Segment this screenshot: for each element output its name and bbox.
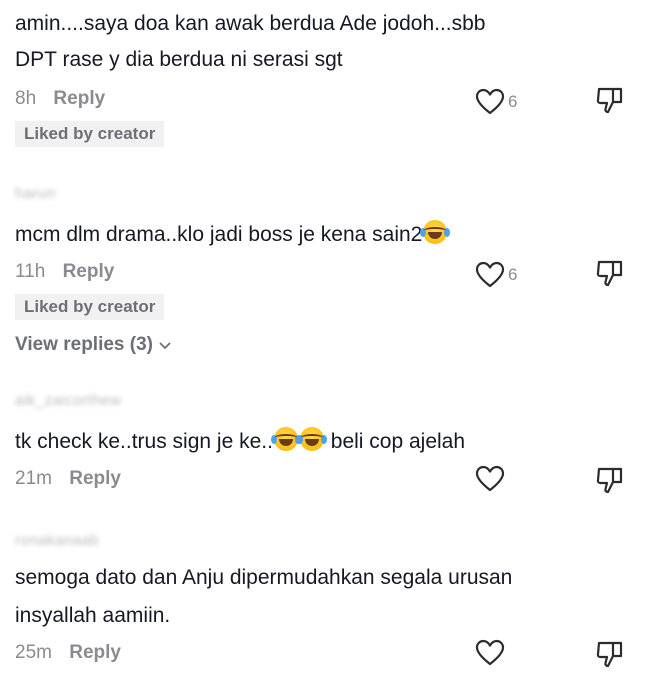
comment-time: 21m — [15, 468, 52, 489]
comment-meta: 8h Reply 6 — [15, 82, 647, 116]
heart-outline-icon — [475, 639, 505, 666]
comment-item: amin....saya doa kan awak berdua Ade jod… — [15, 6, 647, 147]
comment-meta: 25m Reply — [15, 636, 647, 670]
comment-time: 8h — [15, 88, 37, 109]
like-button[interactable] — [475, 465, 508, 493]
reply-button[interactable]: Reply — [69, 462, 121, 496]
view-replies-label: View replies (3) — [15, 334, 153, 355]
like-count: 6 — [508, 265, 518, 284]
thumbs-down-icon[interactable] — [595, 258, 625, 288]
comment-username[interactable]: harun — [15, 185, 647, 203]
heart-outline-icon — [475, 465, 505, 492]
comment-text-line2: insyallah aamiin. — [15, 604, 171, 627]
reply-button[interactable]: Reply — [53, 82, 105, 116]
comment-text-line2: DPT rase y dia berdua ni serasi sgt — [15, 48, 343, 71]
like-button[interactable]: 6 — [475, 85, 517, 119]
face-with-tears-of-joy-emoji — [296, 427, 327, 451]
heart-outline-icon — [475, 88, 505, 115]
heart-outline-icon — [475, 261, 505, 288]
comment-meta: 11h Reply 6 — [15, 255, 647, 289]
thumbs-down-icon[interactable] — [595, 639, 625, 669]
comment-item: ronakanaab semoga dato dan Anju dipermud… — [15, 532, 647, 670]
comment-text-part2: beli cop ajelah — [324, 430, 466, 453]
thumbs-down-icon[interactable] — [595, 85, 625, 115]
reply-button[interactable]: Reply — [69, 636, 121, 670]
like-count: 6 — [508, 92, 518, 111]
comment-meta: 21m Reply — [15, 462, 647, 496]
comment-item: harun mcm dlm drama..klo jadi boss je ke… — [15, 185, 647, 356]
comment-item: aik_zaicorthew tk check ke..trus sign je… — [15, 392, 647, 496]
comment-text: amin....saya doa kan awak berdua Ade jod… — [15, 12, 486, 35]
comment-text-content: mcm dlm drama..klo jadi boss je kena sai… — [15, 223, 423, 246]
face-with-tears-of-joy-emoji — [270, 427, 301, 451]
comment-text: semoga dato dan Anju dipermudahkan segal… — [15, 566, 513, 589]
liked-by-creator-badge: Liked by creator — [15, 294, 165, 320]
comment-text: tk check ke..trus sign je ke.. beli cop … — [15, 424, 647, 460]
like-button[interactable]: 6 — [475, 258, 517, 292]
comment-text: mcm dlm drama..klo jadi boss je kena sai… — [15, 217, 647, 253]
reply-button[interactable]: Reply — [63, 255, 115, 289]
comment-username[interactable]: ronakanaab — [15, 532, 647, 550]
comment-time: 25m — [15, 642, 52, 663]
thumbs-down-icon[interactable] — [595, 465, 625, 495]
comment-time: 11h — [15, 261, 46, 282]
liked-by-creator-badge: Liked by creator — [15, 121, 165, 147]
like-button[interactable] — [475, 639, 508, 667]
comment-text-part1: tk check ke..trus sign je ke.. — [15, 430, 273, 453]
face-with-tears-of-joy-emoji — [420, 220, 451, 244]
chevron-down-icon — [159, 342, 171, 350]
comment-username[interactable]: aik_zaicorthew — [15, 392, 647, 410]
view-replies-button[interactable]: View replies (3) — [15, 334, 172, 356]
